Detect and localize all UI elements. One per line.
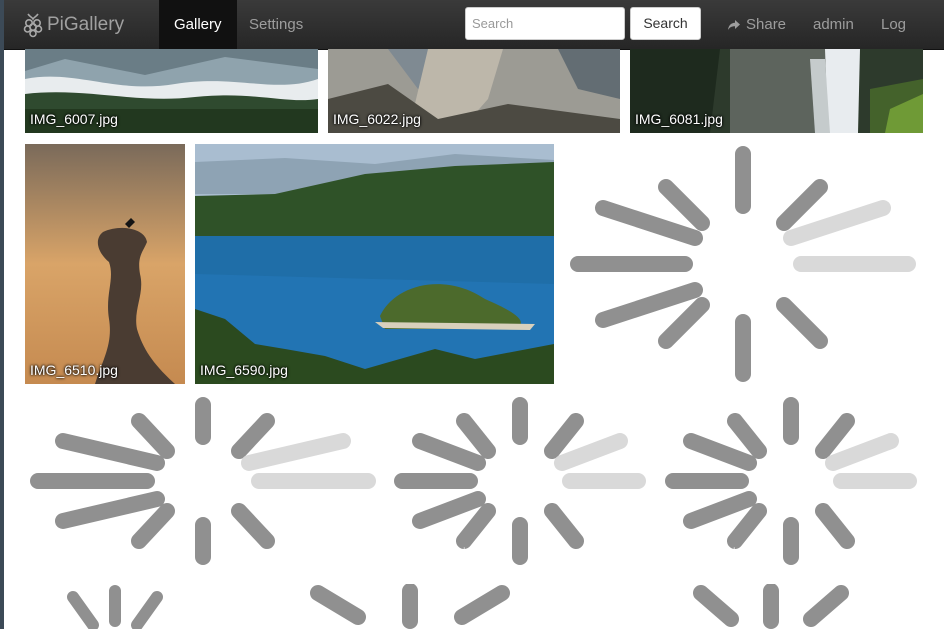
photo-tile[interactable]: IMG_6510.jpg xyxy=(25,144,185,384)
photo-tile[interactable]: IMG_6081.jpg xyxy=(630,49,923,133)
photo-caption: IMG_6510.jpg xyxy=(30,362,118,378)
photo-caption: IMG_6081.jpg xyxy=(635,111,723,127)
photo-caption: IMG_6022.jpg xyxy=(333,111,421,127)
loading-spinner-icon xyxy=(310,584,510,629)
share-arrow-icon xyxy=(728,19,740,30)
raspberry-icon xyxy=(23,13,43,38)
photo-caption: 5.j xyxy=(452,545,466,560)
photo-tile[interactable]: IMG_6007.jpg xyxy=(25,49,318,133)
tab-gallery[interactable]: Gallery xyxy=(159,0,237,49)
window-edge xyxy=(0,0,4,629)
loading-spinner-icon xyxy=(693,584,849,629)
photo-caption: 2.j xyxy=(722,545,736,560)
photo-tile[interactable]: IMG_6022.jpg xyxy=(328,49,620,133)
brand-name: PiGallery xyxy=(47,14,125,35)
loading-spinner-icon xyxy=(394,397,646,565)
share-button[interactable]: Share xyxy=(727,0,786,49)
navbar: PiGallery Gallery Settings Search Share … xyxy=(4,0,944,82)
photo-thumbnail xyxy=(195,144,554,384)
loading-spinner-icon xyxy=(67,585,163,629)
loading-spinner-icon xyxy=(30,397,376,565)
share-label: Share xyxy=(746,16,787,33)
logout-link[interactable]: Log out xyxy=(866,0,944,82)
photo-tile[interactable]: IMG_6590.jpg xyxy=(195,144,554,384)
tab-settings[interactable]: Settings xyxy=(234,0,318,49)
brand-link[interactable]: PiGallery xyxy=(22,12,124,38)
user-menu[interactable]: admin xyxy=(798,0,869,49)
search-button[interactable]: Search xyxy=(630,7,701,40)
photo-caption: g xyxy=(110,545,118,560)
loading-spinner-icon xyxy=(570,146,916,382)
loading-spinner-icon xyxy=(665,397,917,565)
photo-caption: IMG_6007.jpg xyxy=(30,111,118,127)
photo-caption: IMG_6590.jpg xyxy=(200,362,288,378)
search-input[interactable] xyxy=(465,7,625,40)
photo-thumbnail xyxy=(25,144,185,384)
